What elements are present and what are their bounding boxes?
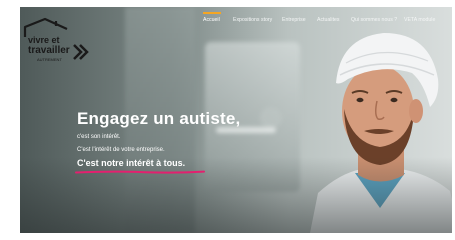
hero-text-line1: c'est son intérêt.	[77, 134, 121, 140]
nav-item-label: Entreprise	[282, 17, 306, 23]
nav-item-veta-module[interactable]: VETA module	[404, 17, 435, 23]
site-logo[interactable]: vivre et travailler AUTREMENT	[23, 17, 93, 67]
hero-text-line2: C'est l'intérêt de votre entreprise.	[77, 147, 165, 153]
hero-title: Engagez un autiste,	[77, 109, 241, 128]
nav-item-expositions[interactable]: Expositions story	[233, 17, 272, 23]
nav-item-label: Expositions story	[233, 17, 273, 23]
logo-text-line3: AUTREMENT	[37, 57, 62, 62]
highlight-underline	[75, 170, 205, 174]
hero-banner: vivre et travailler AUTREMENT Accueil Ex…	[20, 7, 452, 233]
nav-active-indicator	[203, 12, 221, 14]
hero-text-line3: C'est notre intérêt à tous.	[77, 158, 186, 168]
nav-item-label: VETA module	[404, 17, 436, 23]
nav-item-label: Actualites	[317, 17, 340, 23]
nav-item-qui-sommes-nous[interactable]: Qui sommes nous ?	[351, 17, 397, 23]
logo-text-line2: travailler	[28, 45, 70, 56]
background-machinery	[260, 107, 282, 129]
logo-text-line1: vivre et	[28, 35, 60, 45]
nav-item-label: Qui sommes nous ?	[351, 17, 398, 23]
nav-item-accueil[interactable]: Accueil	[203, 12, 221, 23]
nav-item-entreprise[interactable]: Entreprise	[282, 17, 306, 23]
double-chevron-icon	[73, 44, 89, 60]
background-shadow	[20, 157, 452, 233]
nav-item-label: Accueil	[203, 17, 220, 23]
nav-item-actualites[interactable]: Actualites	[317, 17, 340, 23]
